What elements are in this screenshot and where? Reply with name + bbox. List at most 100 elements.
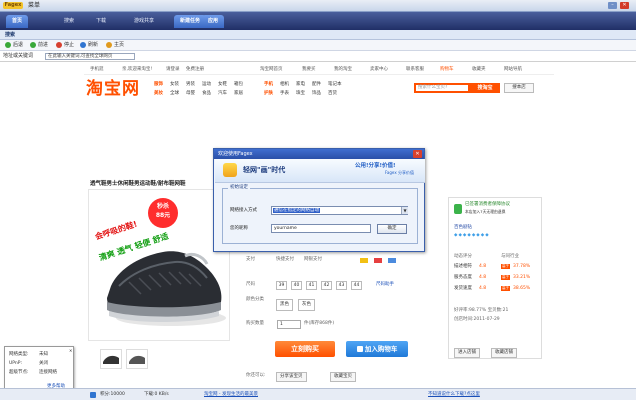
payment-icon [388,258,396,263]
quantity-stepper[interactable]: 1 [277,320,301,329]
super-node-key: 超级节点: [9,370,29,375]
share-label: 你还可以: [246,373,266,378]
size-option[interactable]: 44 [351,281,362,290]
qty-label: 购买数量 [246,321,264,326]
category-item[interactable]: 全球 [170,91,179,97]
category-item[interactable]: 配件 [312,82,321,88]
stop-button[interactable]: 停止 [56,41,74,50]
ok-button[interactable]: 确定 [377,224,407,234]
taobao-home-link[interactable]: 淘宝网首页 [260,67,283,72]
size-option[interactable]: 42 [321,281,332,290]
category-item[interactable]: 女装 [170,82,179,88]
seller-center-menu[interactable]: 卖家中心 [370,67,388,72]
access-mode-select[interactable]: 通信在指定的网络自动 ▼ [271,206,408,215]
category-item[interactable]: 手机 [264,82,273,88]
cart-link[interactable]: 购物车 [440,67,454,72]
forward-button[interactable]: 前进 [30,41,48,50]
category-item[interactable]: 饰品 [312,91,321,97]
rating-name: 描述相符 [454,264,472,269]
buy-now-button[interactable]: 立刻购买 [275,341,335,357]
popup-close-icon[interactable]: ✕ [69,348,72,353]
payment-method[interactable]: 网银支付 [304,256,322,264]
payment-method[interactable]: 快捷支付 [276,256,294,264]
back-button[interactable]: 后退 [5,41,23,50]
status-link[interactable]: 淘宝网 - 发现生活的最美景 [204,391,258,399]
product-thumbnail[interactable] [126,349,148,369]
category-item[interactable]: 笔记本 [328,82,342,88]
size-option[interactable]: 39 [276,281,287,290]
register-link[interactable]: 免费注册 [186,67,204,72]
rating-name: 发货速度 [454,286,472,291]
menu-button[interactable]: 菜单 [28,2,40,10]
favorites-menu[interactable]: 收藏夹 [472,67,486,72]
buy-menu[interactable]: 我要买 [302,67,316,72]
category-item[interactable]: 母婴 [186,91,195,97]
browse-label: 搜索 [5,32,16,38]
color-option[interactable]: 黑色 [276,299,293,311]
product-thumbnail[interactable] [100,349,122,369]
category-item[interactable]: 食品 [202,91,211,97]
category-item[interactable]: 运动 [202,82,211,88]
tab-home[interactable]: 首页 [6,15,29,28]
browser-toolbar: 后退 前进 停止 刷新 主页 [0,40,636,51]
store-search-button[interactable]: 搜本店 [504,83,534,93]
enter-shop-button[interactable]: 进入店铺 [454,348,480,358]
taobao-logo[interactable]: 淘宝网 [86,79,140,99]
app-logo: Fagex [3,2,23,9]
dialog-title-bar[interactable]: 欢迎使用Fagex ✕ [214,149,424,159]
close-icon[interactable]: ✕ [620,2,629,9]
refresh-button[interactable]: 刷新 [80,41,98,50]
category-item[interactable]: 百货 [328,91,337,97]
category-item[interactable]: 美妆 [154,91,163,97]
address-input[interactable]: 在此输入关键词,可查找全球网页 [45,53,135,60]
site-nav-menu[interactable]: 网站导航 [504,67,522,72]
tab-game-share[interactable]: 游戏共享 [128,15,160,28]
size-option[interactable]: 41 [306,281,317,290]
category-item[interactable]: 护肤 [264,91,273,97]
tab-apps[interactable]: 应用 [202,15,225,28]
category-item[interactable]: 汽车 [218,91,227,97]
category-item[interactable]: 相机 [280,82,289,88]
size-option[interactable]: 43 [336,281,347,290]
payment-icon [360,258,368,263]
category-item[interactable]: 男装 [186,82,195,88]
search-input[interactable]: 搜索什么宝贝? [414,83,470,93]
nickname-input[interactable]: yourname [271,224,371,233]
dialog-banner-title: 轻网"画"时代 [243,166,286,174]
search-button[interactable]: 搜淘宝 [470,83,500,93]
category-item[interactable]: 家电 [296,82,305,88]
category-item[interactable]: 家居 [234,91,243,97]
nickname-label: 您的昵称 [230,226,248,231]
favorite-shop-button[interactable]: 收藏店铺 [491,348,517,358]
status-link[interactable]: 不知道说什么下载?点这里 [428,391,480,399]
size-helper-link[interactable]: 尺码助手 [376,281,394,289]
chevron-down-icon[interactable]: ▼ [401,207,408,214]
category-item[interactable]: 手表 [280,91,289,97]
mobile-link[interactable]: 手机逛 [90,67,104,72]
my-taobao-menu[interactable]: 我的淘宝 [334,67,352,72]
size-option[interactable]: 40 [291,281,302,290]
tab-search[interactable]: 搜索 [58,15,80,28]
size-label: 尺码 [246,282,255,287]
good-rate-text: 好评率:98.77% 宝贝数:21 [454,308,509,313]
rating-score: 4.8 [479,275,487,280]
minimize-icon[interactable]: – [608,2,617,9]
welcome-text: 亲,欢迎来淘宝! [122,67,153,72]
home-button[interactable]: 主页 [106,41,124,50]
category-item[interactable]: 服饰 [154,82,163,88]
category-item[interactable]: 女鞋 [218,82,227,88]
login-link[interactable]: 请登录 [166,67,180,72]
share-product-button[interactable]: 分享该宝贝 [276,372,307,382]
network-type-key: 网络类型: [9,352,29,357]
home-icon [106,42,112,48]
diamond-icons: ◆◆◆◆◆◆◆◆ [454,233,490,238]
customer-service-link[interactable]: 联系客服 [406,67,424,72]
color-option[interactable]: 灰色 [298,299,315,311]
category-item[interactable]: 珠宝 [296,91,305,97]
dialog-close-icon[interactable]: ✕ [413,150,422,158]
cart-icon [356,346,363,352]
add-to-cart-button[interactable]: 加入购物车 [346,341,408,357]
tab-download[interactable]: 下载 [90,15,112,28]
category-item[interactable]: 箱包 [234,82,243,88]
favorite-product-button[interactable]: 收藏宝贝 [330,372,356,382]
